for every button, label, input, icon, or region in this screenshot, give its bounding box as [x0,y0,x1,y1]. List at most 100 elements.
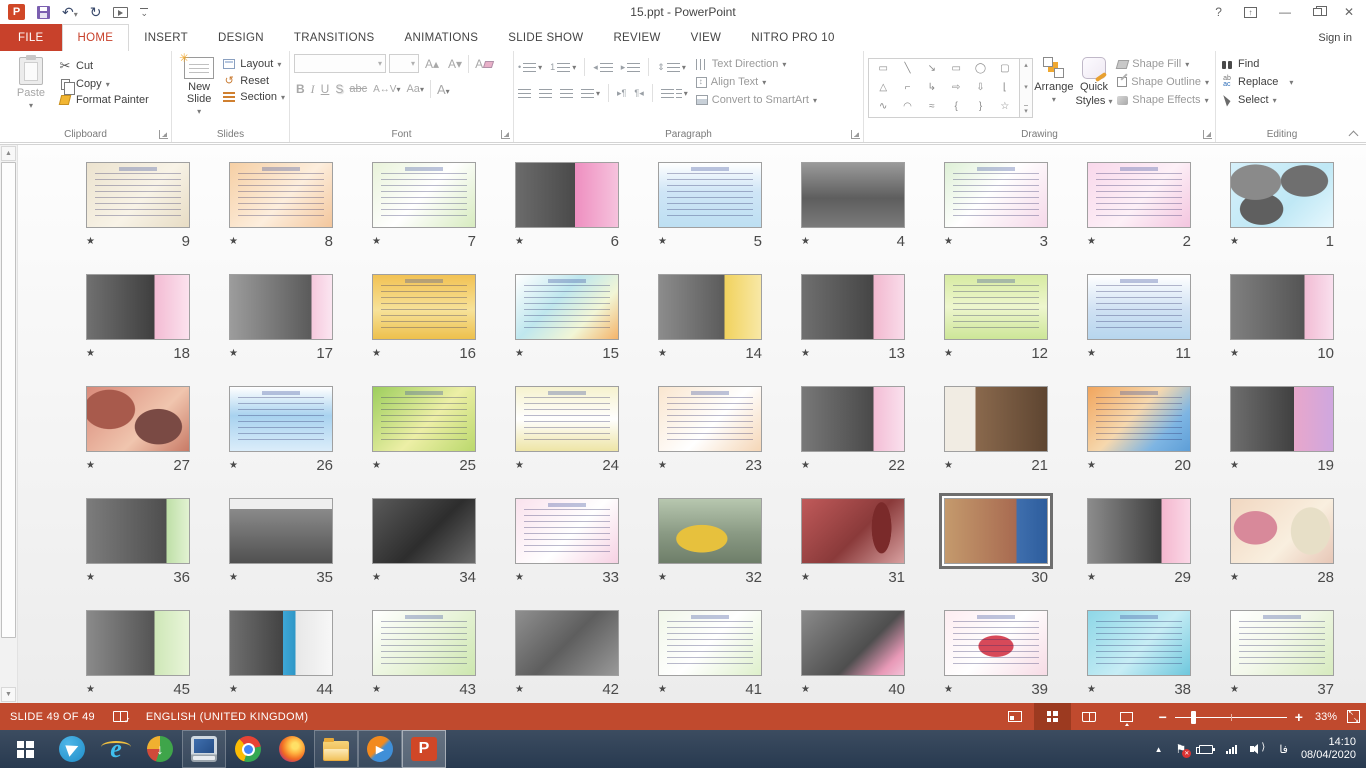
slide-thumbnail-14[interactable] [658,274,762,340]
rtl-direction-icon[interactable]: ¶◂ [634,88,643,99]
cut-button[interactable]: ✂Cut [58,58,149,74]
slide-thumbnail-17[interactable] [229,274,333,340]
animation-star-icon[interactable]: ★ [229,348,243,359]
animation-star-icon[interactable]: ★ [229,236,243,247]
collapse-ribbon-icon[interactable] [1349,129,1358,138]
columns-icon[interactable]: ▾ [661,89,688,98]
slide-thumbnail-34[interactable] [372,498,476,564]
vertical-scrollbar[interactable]: ▲ ▼ [0,145,18,703]
shape-option-18[interactable]: ☆ [1000,102,1009,112]
start-button[interactable] [0,730,50,768]
replace-button[interactable]: abacReplace ▾ [1220,76,1293,88]
zoom-slider[interactable] [1175,710,1287,724]
scrollbar-thumb[interactable] [1,162,16,638]
text-shadow-icon[interactable]: S [335,82,343,96]
reset-button[interactable]: ↺Reset [222,74,285,87]
zoom-out-icon[interactable]: − [1159,709,1167,725]
animation-star-icon[interactable]: ★ [1087,348,1101,359]
section-button[interactable]: Section▾ [222,91,285,103]
bullets-icon[interactable]: •▾ [518,62,542,72]
action-center-flag-icon[interactable]: ⚑✕ [1176,742,1187,756]
animation-star-icon[interactable]: ★ [515,572,529,583]
animation-star-icon[interactable]: ★ [801,236,815,247]
scroll-up-icon[interactable]: ▲ [1,146,16,161]
file-explorer-taskbar-icon[interactable] [314,730,358,768]
slide-thumbnail-43[interactable] [372,610,476,676]
slide-thumbnail-45[interactable] [86,610,190,676]
normal-view-icon[interactable] [997,703,1034,730]
slide-thumbnail-33[interactable] [515,498,619,564]
align-right-icon[interactable] [560,89,573,98]
font-dialog-launcher[interactable] [501,130,510,139]
tab-transitions[interactable]: TRANSITIONS [279,24,390,51]
slide-thumbnail-31[interactable] [801,498,905,564]
slide-thumbnail-35[interactable] [229,498,333,564]
slide-sorter-view-icon[interactable] [1034,703,1071,730]
shape-option-1[interactable]: ▭ [878,64,887,74]
spell-check-icon[interactable] [113,711,128,722]
shape-option-15[interactable]: ≈ [929,102,935,112]
clear-formatting-icon[interactable]: A [472,57,496,71]
select-button[interactable]: Select▾ [1220,94,1293,106]
grow-font-icon[interactable]: A▴ [422,57,442,71]
convert-smartart-button[interactable]: Convert to SmartArt▾ [696,94,817,106]
tab-review[interactable]: REVIEW [598,24,675,51]
animation-star-icon[interactable]: ★ [515,460,529,471]
layout-button[interactable]: Layout▾ [222,58,285,70]
animation-star-icon[interactable]: ★ [944,460,958,471]
slide-thumbnail-41[interactable] [658,610,762,676]
shape-option-10[interactable]: ⇨ [952,83,960,93]
redo-icon[interactable]: ↻ [90,4,102,21]
animation-star-icon[interactable]: ★ [515,348,529,359]
bold-icon[interactable]: B [296,82,305,96]
shape-option-5[interactable]: ◯ [975,64,986,74]
animation-star-icon[interactable]: ★ [944,684,958,695]
animation-star-icon[interactable]: ★ [86,684,100,695]
slide-thumbnail-16[interactable] [372,274,476,340]
slide-thumbnail-19[interactable] [1230,386,1334,452]
shapes-gallery[interactable]: ▭╲↘▭◯▢△⌐↳⇨⇩⌊∿◠≈{}☆ [868,58,1020,118]
tab-animations[interactable]: ANIMATIONS [390,24,494,51]
slide-thumbnail-28[interactable] [1230,498,1334,564]
tab-insert[interactable]: INSERT [129,24,203,51]
shape-option-6[interactable]: ▢ [1000,64,1009,74]
slide-thumbnail-1[interactable] [1230,162,1334,228]
animation-star-icon[interactable]: ★ [229,684,243,695]
telegram-taskbar-icon[interactable] [50,730,94,768]
shape-outline-button[interactable]: Shape Outline▾ [1117,76,1209,88]
shape-option-17[interactable]: } [979,102,982,112]
animation-star-icon[interactable]: ★ [372,684,386,695]
animation-star-icon[interactable]: ★ [658,460,672,471]
italic-icon[interactable]: I [311,82,315,97]
ltr-direction-icon[interactable]: ▸¶ [617,88,626,99]
slide-thumbnail-11[interactable] [1087,274,1191,340]
shrink-font-icon[interactable]: A▾ [445,57,465,71]
decrease-indent-icon[interactable]: ◂ [593,62,613,73]
remote-desktop-taskbar-icon[interactable] [182,730,226,768]
media-player-taskbar-icon[interactable]: ▶ [358,730,402,768]
powerpoint-taskbar-icon[interactable]: P [402,730,446,768]
shape-option-4[interactable]: ▭ [951,64,960,74]
tab-home[interactable]: HOME [62,24,130,51]
slide-thumbnail-24[interactable] [515,386,619,452]
slide-thumbnail-37[interactable] [1230,610,1334,676]
animation-star-icon[interactable]: ★ [372,236,386,247]
change-case-icon[interactable]: Aa▾ [406,83,423,95]
animation-star-icon[interactable]: ★ [1087,460,1101,471]
volume-icon[interactable]: ⟩ [1250,743,1266,755]
slide-thumbnail-40[interactable] [801,610,905,676]
align-center-icon[interactable] [539,89,552,98]
increase-indent-icon[interactable]: ▸ [621,62,641,73]
paste-button[interactable]: Paste▾ [4,54,58,126]
input-language-indicator[interactable]: فا [1279,743,1288,756]
slide-thumbnail-26[interactable] [229,386,333,452]
animation-star-icon[interactable]: ★ [229,572,243,583]
start-slideshow-icon[interactable] [113,7,128,18]
animation-star-icon[interactable]: ★ [1230,572,1244,583]
shape-option-16[interactable]: { [954,102,957,112]
animation-star-icon[interactable]: ★ [372,572,386,583]
slide-thumbnail-6[interactable] [515,162,619,228]
shape-option-14[interactable]: ◠ [903,102,912,112]
slide-thumbnail-3[interactable] [944,162,1048,228]
shape-option-2[interactable]: ╲ [904,64,910,74]
